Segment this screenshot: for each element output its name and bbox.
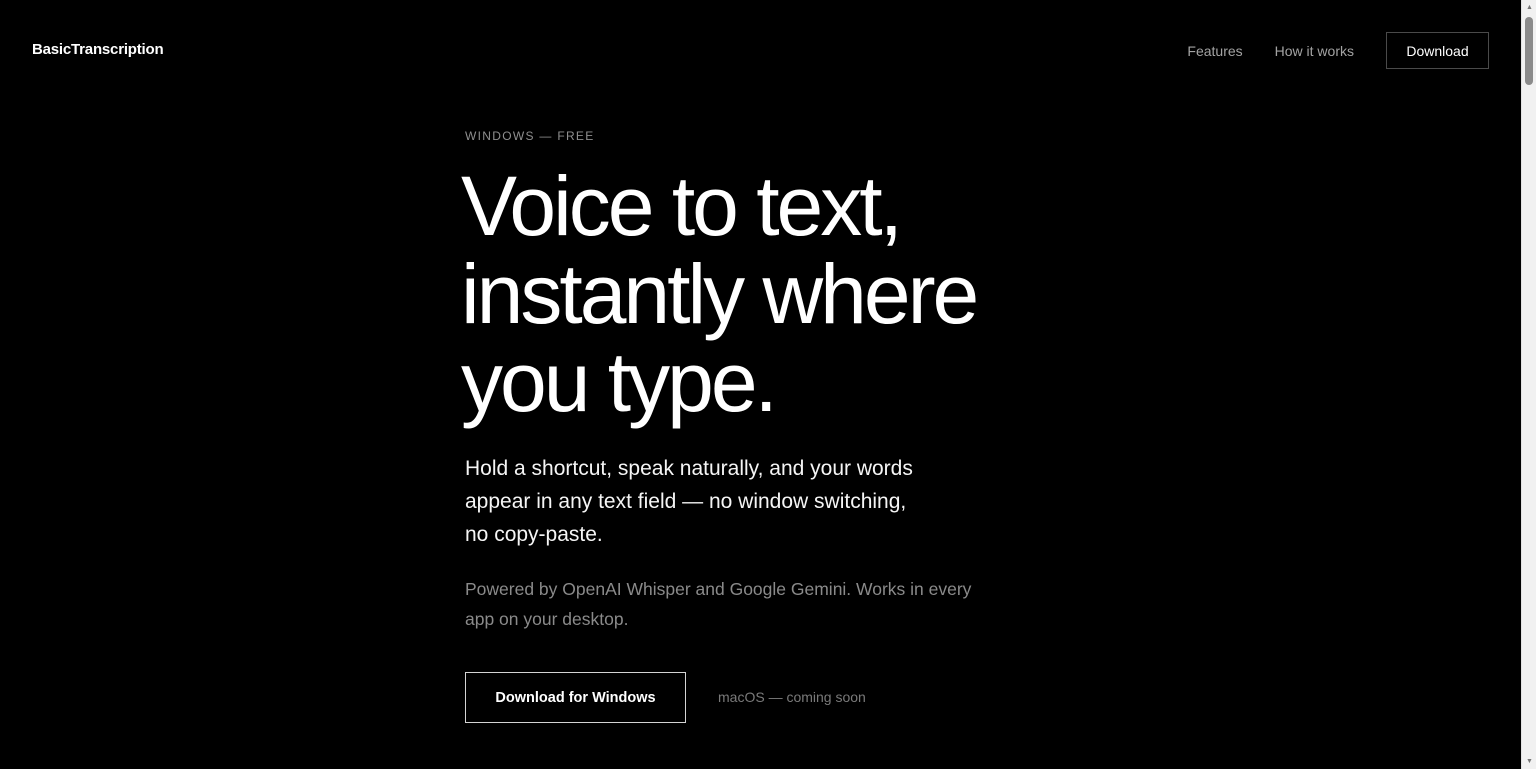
logo[interactable]: BasicTranscription [32, 41, 164, 58]
scroll-up-arrow-icon[interactable]: ▲ [1522, 0, 1536, 15]
macos-coming-soon-label: macOS — coming soon [718, 689, 866, 705]
hero-headline-line: Voice to text, [461, 159, 903, 253]
download-for-windows-button[interactable]: Download for Windows [465, 672, 686, 723]
top-nav: Features How it works Download [1187, 32, 1489, 69]
scroll-down-arrow-icon[interactable]: ▼ [1522, 754, 1536, 769]
hero-eyebrow: WINDOWS — FREE [465, 129, 595, 143]
nav-link-how-it-works[interactable]: How it works [1275, 33, 1354, 69]
nav-download-button[interactable]: Download [1386, 32, 1489, 69]
nav-link-features[interactable]: Features [1187, 33, 1242, 69]
hero-headline: Voice to text, instantly where you type. [461, 162, 1141, 426]
hero-subheading: Hold a shortcut, speak naturally, and yo… [465, 457, 913, 546]
hero-powered-by-note: Powered by OpenAI Whisper and Google Gem… [465, 579, 972, 629]
landing-page: BasicTranscription Features How it works… [0, 0, 1521, 769]
hero-headline-line: instantly where [461, 247, 979, 341]
hero-headline-line: you type. [461, 335, 778, 429]
scrollbar-thumb[interactable] [1525, 17, 1533, 85]
vertical-scrollbar[interactable]: ▲ ▼ [1521, 0, 1536, 769]
